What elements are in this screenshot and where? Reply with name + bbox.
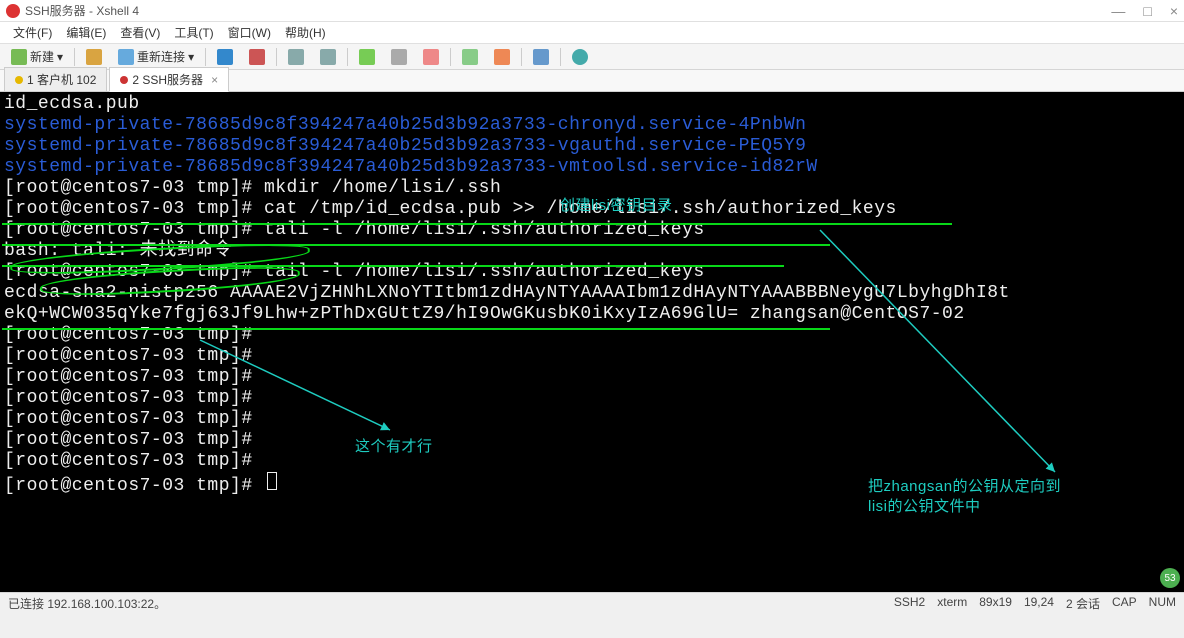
color-icon <box>423 49 439 65</box>
annotation-text-3a: 把zhangsan的公钥从定向到 <box>868 476 1061 497</box>
status-num: NUM <box>1149 595 1176 612</box>
search-icon <box>359 49 375 65</box>
annotation-text-1: 创建lisi密钥目录 <box>560 195 673 216</box>
font-icon <box>391 49 407 65</box>
window-icon <box>217 49 233 65</box>
separator <box>74 48 75 66</box>
separator <box>347 48 348 66</box>
menu-bar: 文件(F) 编辑(E) 查看(V) 工具(T) 窗口(W) 帮助(H) <box>0 22 1184 44</box>
terminal-line: systemd-private-78685d9c8f394247a40b25d3… <box>4 157 1180 178</box>
tb-icon-3[interactable] <box>281 46 311 68</box>
tb-icon-help[interactable] <box>565 46 595 68</box>
annotation-text-3b: lisi的公钥文件中 <box>868 496 981 517</box>
menu-view[interactable]: 查看(V) <box>113 22 167 43</box>
terminal-line: [root@centos7-03 tmp]# <box>4 388 1180 409</box>
paste-icon <box>320 49 336 65</box>
status-connection: 已连接 192.168.100.103:22。 <box>8 595 894 612</box>
tb-icon-1[interactable] <box>210 46 240 68</box>
close-button[interactable]: × <box>1170 3 1178 19</box>
menu-file[interactable]: 文件(F) <box>6 22 59 43</box>
status-pos: 19,24 <box>1024 595 1054 612</box>
terminal-line: [root@centos7-03 tmp]# <box>4 409 1180 430</box>
annotation-underline <box>2 244 830 246</box>
plus-icon <box>11 49 27 65</box>
menu-edit[interactable]: 编辑(E) <box>59 22 113 43</box>
status-dot-icon <box>15 76 23 84</box>
tb-icon-8[interactable] <box>455 46 485 68</box>
reconnect-label: 重新连接 <box>137 48 185 65</box>
new-button[interactable]: 新建▾ <box>4 45 70 68</box>
menu-tools[interactable]: 工具(T) <box>167 22 220 43</box>
terminal[interactable]: 创建lisi密钥目录 这个有才行 把zhangsan的公钥从定向到 lisi的公… <box>0 92 1184 592</box>
terminal-line: systemd-private-78685d9c8f394247a40b25d3… <box>4 136 1180 157</box>
folder-icon <box>86 49 102 65</box>
separator <box>205 48 206 66</box>
status-cap: CAP <box>1112 595 1137 612</box>
separator <box>560 48 561 66</box>
window-controls: — □ × <box>1111 3 1178 19</box>
script-icon <box>494 49 510 65</box>
terminal-line: ekQ+WCW035qYke7fgj63Jf9Lhw+zPThDxGUttZ9/… <box>4 304 1180 325</box>
annotation-underline <box>2 328 830 330</box>
gear-icon <box>533 49 549 65</box>
tb-icon-7[interactable] <box>416 46 446 68</box>
tb-icon-4[interactable] <box>313 46 343 68</box>
terminal-line: [root@centos7-03 tmp]# <box>4 346 1180 367</box>
new-label: 新建 <box>30 48 54 65</box>
tab-label: 2 SSH服务器 <box>132 71 203 88</box>
tb-icon-2[interactable] <box>242 46 272 68</box>
status-proto: SSH2 <box>894 595 925 612</box>
terminal-line: [root@centos7-03 tmp]# <box>4 451 1180 472</box>
window-title: SSH服务器 - Xshell 4 <box>25 2 1111 19</box>
tb-icon-6[interactable] <box>384 46 414 68</box>
tab-ssh-server[interactable]: 2 SSH服务器 × <box>109 67 229 92</box>
close-tab-icon[interactable]: × <box>211 73 218 87</box>
separator <box>521 48 522 66</box>
tab-label: 1 客户机 102 <box>27 71 96 88</box>
copy-icon <box>288 49 304 65</box>
terminal-line: [root@centos7-03 tmp]# <box>4 430 1180 451</box>
session-tabs: 1 客户机 102 2 SSH服务器 × <box>0 70 1184 92</box>
minimize-button[interactable]: — <box>1111 3 1125 19</box>
separator <box>450 48 451 66</box>
dropdown-icon: ▾ <box>57 50 63 64</box>
grid-icon <box>462 49 478 65</box>
terminal-line: [root@centos7-03 tmp]# <box>4 367 1180 388</box>
status-sessions: 2 会话 <box>1066 595 1100 612</box>
status-right: SSH2 xterm 89x19 19,24 2 会话 CAP NUM <box>894 595 1176 612</box>
annotation-underline <box>2 223 952 225</box>
menu-help[interactable]: 帮助(H) <box>278 22 333 43</box>
terminal-line: systemd-private-78685d9c8f394247a40b25d3… <box>4 115 1180 136</box>
refresh-icon <box>118 49 134 65</box>
tb-icon-9[interactable] <box>487 46 517 68</box>
reconnect-button[interactable]: 重新连接▾ <box>111 45 201 68</box>
status-term: xterm <box>937 595 967 612</box>
menu-window[interactable]: 窗口(W) <box>221 22 278 43</box>
title-bar: SSH服务器 - Xshell 4 — □ × <box>0 0 1184 22</box>
app-icon <box>6 4 20 18</box>
status-dot-icon <box>120 76 128 84</box>
help-icon <box>572 49 588 65</box>
open-button[interactable] <box>79 46 109 68</box>
status-bar: 已连接 192.168.100.103:22。 SSH2 xterm 89x19… <box>0 592 1184 614</box>
status-size: 89x19 <box>979 595 1012 612</box>
tab-client-102[interactable]: 1 客户机 102 <box>4 67 107 91</box>
dropdown-icon: ▾ <box>188 50 194 64</box>
terminal-line: id_ecdsa.pub <box>4 94 1180 115</box>
separator <box>276 48 277 66</box>
watermark-badge: 53 <box>1160 568 1180 588</box>
tb-icon-10[interactable] <box>526 46 556 68</box>
tb-icon-5[interactable] <box>352 46 382 68</box>
disconnect-icon <box>249 49 265 65</box>
annotation-text-2: 这个有才行 <box>355 436 433 457</box>
maximize-button[interactable]: □ <box>1143 3 1151 19</box>
